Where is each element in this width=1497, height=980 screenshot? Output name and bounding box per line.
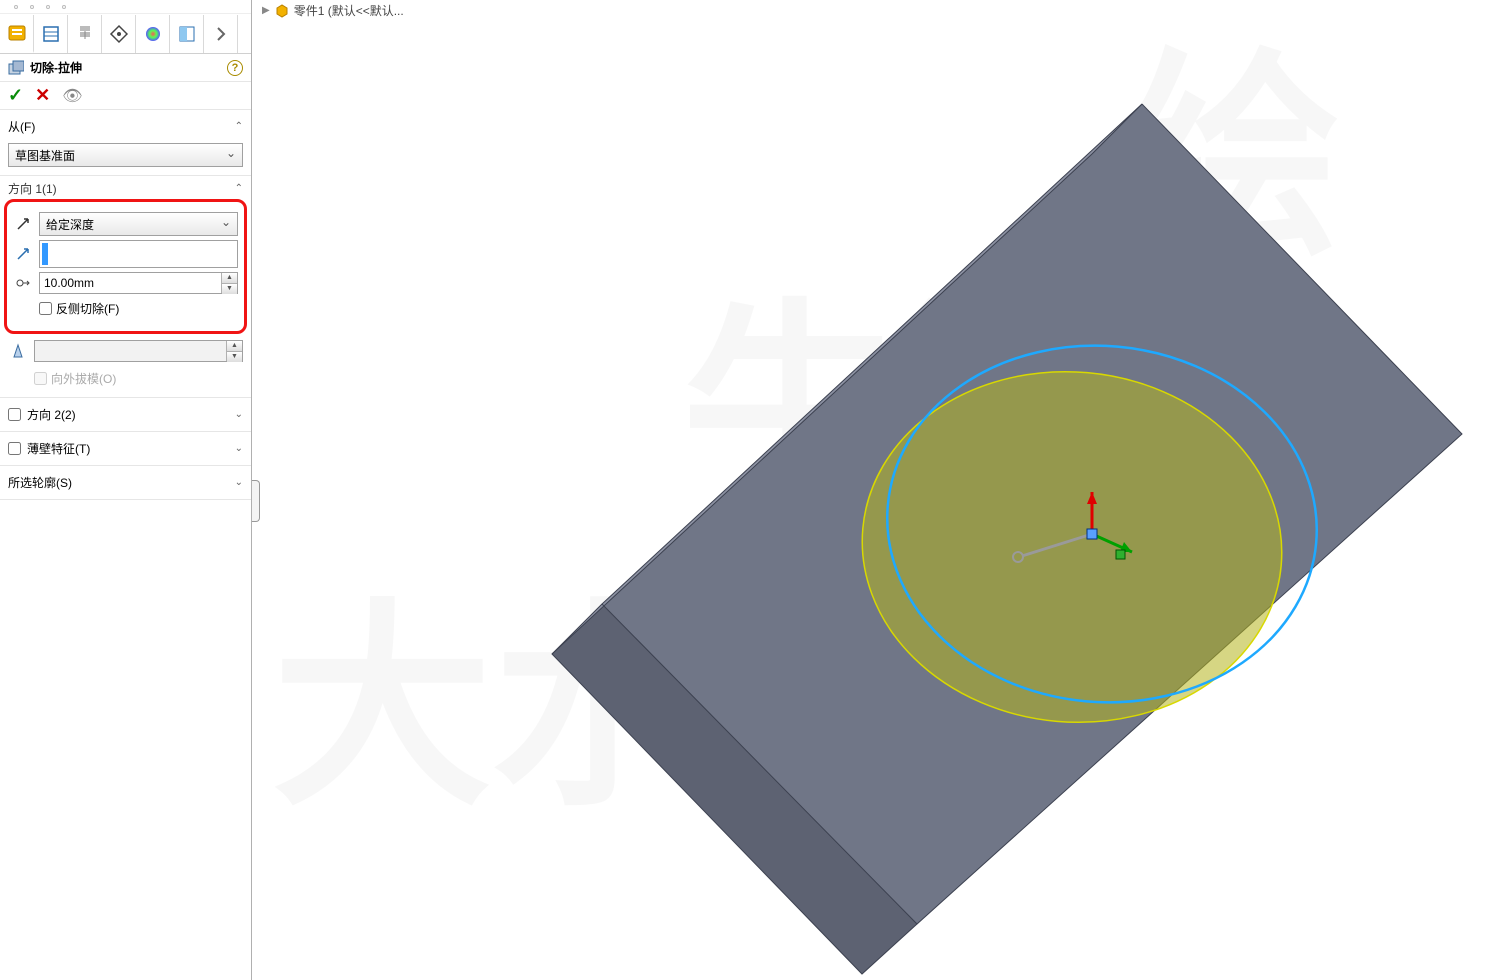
direction2-enable-checkbox[interactable] — [8, 408, 21, 421]
draft-outward-checkbox — [34, 372, 47, 385]
spin-down[interactable]: ▼ — [227, 352, 242, 362]
section-thin-header[interactable]: 薄壁特征(T) ⌄ — [0, 436, 251, 461]
direction2-label: 方向 2(2) — [27, 406, 235, 423]
section-thin: 薄壁特征(T) ⌄ — [0, 432, 251, 466]
section-from-header[interactable]: 从(F) ⌃ — [0, 114, 251, 139]
model-view — [252, 14, 1497, 980]
dot-icon — [62, 5, 66, 9]
direction-reference-input[interactable] — [39, 240, 238, 268]
action-row: ✓ ✕ 👁 — [0, 82, 251, 110]
section-contours-header[interactable]: 所选轮廓(S) ⌄ — [0, 470, 251, 495]
tab-dim-manager[interactable] — [102, 15, 136, 53]
section-contours: 所选轮廓(S) ⌄ — [0, 466, 251, 500]
contours-label: 所选轮廓(S) — [8, 474, 235, 491]
highlighted-region: 给定深度 10.00mm ▲ ▼ — [4, 199, 247, 334]
spin-up[interactable]: ▲ — [222, 273, 237, 284]
tab-pane-right[interactable] — [204, 15, 238, 53]
depth-value: 10.00mm — [44, 276, 94, 290]
section-direction1: 方向 1(1) ⌃ 给定深度 — [0, 176, 251, 398]
spin-down[interactable]: ▼ — [222, 284, 237, 294]
tab-appearance-manager[interactable] — [170, 15, 204, 53]
direction1-label: 方向 1(1) — [8, 180, 235, 197]
depth-input[interactable]: 10.00mm ▲ ▼ — [39, 272, 238, 294]
flip-side-label: 反侧切除(F) — [56, 300, 119, 317]
manager-tab-bar — [0, 14, 251, 54]
from-plane-value: 草图基准面 — [15, 147, 75, 164]
section-from-label: 从(F) — [8, 118, 235, 135]
flip-side-checkbox[interactable] — [39, 302, 52, 315]
expand-icon: ⌄ — [235, 443, 243, 454]
tab-property-manager[interactable] — [34, 15, 68, 53]
expand-icon: ⌄ — [235, 477, 243, 488]
draft-input[interactable]: ▲ ▼ — [34, 340, 243, 362]
help-icon[interactable]: ? — [227, 60, 243, 76]
dot-icon — [30, 5, 34, 9]
dot-icon — [46, 5, 50, 9]
end-condition-dropdown[interactable]: 给定深度 — [39, 212, 238, 236]
from-plane-dropdown[interactable]: 草图基准面 — [8, 143, 243, 167]
section-from: 从(F) ⌃ 草图基准面 — [0, 110, 251, 176]
panel-mini-row — [0, 0, 251, 14]
graphics-viewport[interactable]: ▶ 零件1 (默认<<默认... 大水 牛测 绘 — [252, 0, 1497, 980]
cancel-button[interactable]: ✕ — [35, 85, 50, 106]
dot-icon — [14, 5, 18, 9]
collapse-icon: ⌃ — [235, 121, 243, 132]
tab-config-manager[interactable] — [68, 15, 102, 53]
expand-icon: ⌄ — [235, 409, 243, 420]
preview-eye-icon[interactable]: 👁 — [62, 86, 82, 106]
feature-manager-panel: 切除-拉伸 ? ✓ ✕ 👁 从(F) ⌃ 草图基准面 方向 1(1) ⌃ — [0, 0, 252, 980]
draft-outward-checkbox-row: 向外拔模(O) — [34, 368, 116, 389]
section-direction2: 方向 2(2) ⌄ — [0, 398, 251, 432]
draft-icon[interactable] — [8, 343, 28, 359]
spin-up[interactable]: ▲ — [227, 341, 242, 352]
draft-outward-label: 向外拔模(O) — [51, 370, 116, 387]
collapse-icon: ⌃ — [235, 183, 243, 194]
ok-button[interactable]: ✓ — [8, 85, 23, 106]
thin-enable-checkbox[interactable] — [8, 442, 21, 455]
feature-title: 切除-拉伸 — [30, 59, 227, 76]
flip-side-checkbox-row[interactable]: 反侧切除(F) — [39, 298, 119, 319]
end-condition-value: 给定深度 — [46, 216, 94, 233]
section-direction2-header[interactable]: 方向 2(2) ⌄ — [0, 402, 251, 427]
tab-feature-manager[interactable] — [0, 15, 34, 53]
thin-label: 薄壁特征(T) — [27, 440, 235, 457]
section-direction1-header[interactable]: 方向 1(1) ⌃ — [0, 176, 251, 199]
cut-extrude-icon — [8, 60, 24, 76]
depth-d1-icon — [13, 275, 33, 291]
tab-display-manager[interactable] — [136, 15, 170, 53]
feature-header: 切除-拉伸 ? — [0, 54, 251, 82]
text-caret — [42, 243, 48, 265]
direction-arrow-icon — [13, 247, 33, 261]
reverse-dir-icon[interactable] — [13, 216, 33, 232]
